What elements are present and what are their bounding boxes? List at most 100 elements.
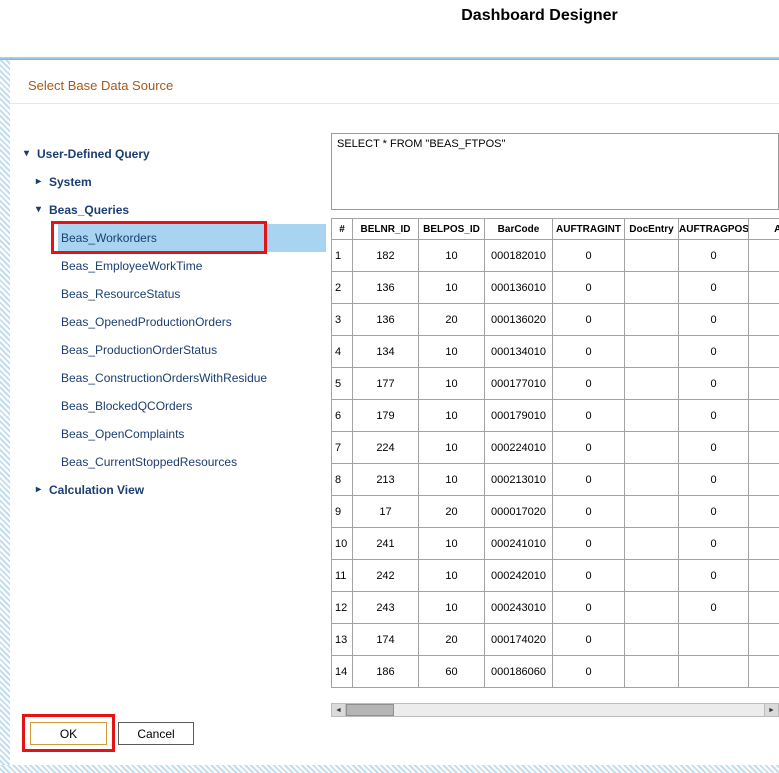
table-cell: 10 <box>332 528 353 560</box>
scroll-left-button[interactable]: ◄ <box>332 704 346 716</box>
table-cell <box>625 432 679 464</box>
table-row[interactable]: 11821000018201000 <box>332 240 779 272</box>
expanded-triangle-icon[interactable]: ▾ <box>24 149 37 159</box>
table-cell: 0 <box>553 432 625 464</box>
tree-item-Beas_ProductionOrderStatus[interactable]: Beas_ProductionOrderStatus <box>58 336 326 364</box>
tree-item-label: Beas_ResourceStatus <box>61 287 180 301</box>
tree-item-Beas_OpenComplaints[interactable]: Beas_OpenComplaints <box>58 420 326 448</box>
tree-item-Beas_Workorders[interactable]: Beas_Workorders <box>58 224 326 252</box>
sql-query-editor[interactable]: SELECT * FROM "BEAS_FTPOS" <box>331 133 779 210</box>
scrollbar-track[interactable] <box>346 704 764 716</box>
table-horizontal-scrollbar[interactable]: ◄ ► <box>331 703 779 717</box>
table-cell: 0 <box>679 432 749 464</box>
tree-item-label: Beas_ProductionOrderStatus <box>61 343 217 357</box>
preview-table: #BELNR_IDBELPOS_IDBarCodeAUFTRAGINTDocEn… <box>331 218 779 688</box>
tree-item-user-defined-query[interactable]: ▾ User-Defined Query <box>24 140 326 168</box>
tree-beas-queries-children: Beas_Workorders Beas_EmployeeWorkTime Beas… <box>24 224 326 476</box>
table-cell: 000186060 <box>485 656 553 688</box>
table-cell <box>749 336 779 368</box>
table-cell: 8 <box>332 464 353 496</box>
table-cell: 177 <box>353 368 419 400</box>
table-cell: 0 <box>679 496 749 528</box>
table-cell: 0 <box>553 304 625 336</box>
tree-item-Beas_OpenedProductionOrders[interactable]: Beas_OpenedProductionOrders <box>58 308 326 336</box>
table-cell <box>749 400 779 432</box>
cancel-button[interactable]: Cancel <box>118 722 194 745</box>
table-cell <box>749 304 779 336</box>
table-row[interactable]: 102411000024101000 <box>332 528 779 560</box>
scroll-left-icon: ◄ <box>335 707 342 714</box>
table-cell: 186 <box>353 656 419 688</box>
table-cell: 000174020 <box>485 624 553 656</box>
table-cell: 0 <box>553 336 625 368</box>
table-cell: 0 <box>553 240 625 272</box>
table-cell <box>625 240 679 272</box>
scroll-right-button[interactable]: ► <box>764 704 778 716</box>
table-row[interactable]: 51771000017701000 <box>332 368 779 400</box>
table-row[interactable]: 9172000001702000 <box>332 496 779 528</box>
table-cell <box>749 656 779 688</box>
tree-item-beas-queries[interactable]: ▾ Beas_Queries <box>36 196 326 224</box>
bottom-border-decoration <box>0 765 779 773</box>
tree-item-Beas_EmployeeWorkTime[interactable]: Beas_EmployeeWorkTime <box>58 252 326 280</box>
tree-item-label: Beas_Queries <box>49 203 129 217</box>
ok-button[interactable]: OK <box>30 722 107 745</box>
tree-item-Beas_CurrentStoppedResources[interactable]: Beas_CurrentStoppedResources <box>58 448 326 476</box>
table-cell: 0 <box>679 368 749 400</box>
table-cell: 10 <box>419 368 485 400</box>
table-row[interactable]: 21361000013601000 <box>332 272 779 304</box>
table-cell <box>749 624 779 656</box>
table-row[interactable]: 13174200001740200 <box>332 624 779 656</box>
scrollbar-thumb[interactable] <box>346 704 394 716</box>
table-cell <box>749 464 779 496</box>
table-cell: 10 <box>419 272 485 304</box>
table-row[interactable]: 122431000024301000 <box>332 592 779 624</box>
table-cell: 0 <box>553 624 625 656</box>
column-header: BELPOS_ID <box>419 219 485 240</box>
table-cell: 10 <box>419 464 485 496</box>
column-header: BELNR_ID <box>353 219 419 240</box>
tree-item-label: Beas_Workorders <box>61 231 157 245</box>
table-cell: 13 <box>332 624 353 656</box>
table-row[interactable]: 61791000017901000 <box>332 400 779 432</box>
table-cell: 0 <box>553 368 625 400</box>
collapsed-triangle-icon[interactable]: ▸ <box>36 485 49 495</box>
table-cell: 0 <box>553 656 625 688</box>
tree-item-Beas_ConstructionOrdersWithResidue[interactable]: Beas_ConstructionOrdersWithResidue <box>58 364 326 392</box>
table-row[interactable]: 72241000022401000 <box>332 432 779 464</box>
table-cell: 224 <box>353 432 419 464</box>
table-cell <box>625 560 679 592</box>
table-row[interactable]: 41341000013401000 <box>332 336 779 368</box>
tree-item-calculation-view[interactable]: ▸ Calculation View <box>36 476 326 504</box>
table-cell: 136 <box>353 272 419 304</box>
table-cell: 11 <box>332 560 353 592</box>
table-cell: 17 <box>353 496 419 528</box>
table-cell <box>749 432 779 464</box>
table-cell: 3 <box>332 304 353 336</box>
column-header: AUFTRAGPOS <box>679 219 749 240</box>
expanded-triangle-icon[interactable]: ▾ <box>36 205 49 215</box>
table-cell: 0 <box>679 400 749 432</box>
table-row[interactable]: 31362000013602000 <box>332 304 779 336</box>
table-cell: 12 <box>332 592 353 624</box>
collapsed-triangle-icon[interactable]: ▸ <box>36 177 49 187</box>
tree-item-label: User-Defined Query <box>37 147 150 161</box>
tree-item-system[interactable]: ▸ System <box>36 168 326 196</box>
tree-item-label: Beas_OpenComplaints <box>61 427 184 441</box>
scroll-right-icon: ► <box>768 707 775 714</box>
left-border-decoration <box>0 60 10 765</box>
tree-item-label: Beas_BlockedQCOrders <box>61 399 192 413</box>
table-cell: 4 <box>332 336 353 368</box>
tree-item-Beas_ResourceStatus[interactable]: Beas_ResourceStatus <box>58 280 326 308</box>
table-cell: 10 <box>419 400 485 432</box>
table-row[interactable]: 14186600001860600 <box>332 656 779 688</box>
tree-item-label: Beas_ConstructionOrdersWithResidue <box>61 371 267 385</box>
table-cell: 000136020 <box>485 304 553 336</box>
table-cell <box>625 528 679 560</box>
table-cell: 10 <box>419 528 485 560</box>
tree-item-Beas_BlockedQCOrders[interactable]: Beas_BlockedQCOrders <box>58 392 326 420</box>
table-row[interactable]: 82131000021301000 <box>332 464 779 496</box>
column-header: AUFTRAGINT <box>553 219 625 240</box>
table-row[interactable]: 112421000024201000 <box>332 560 779 592</box>
top-divider <box>0 57 779 60</box>
